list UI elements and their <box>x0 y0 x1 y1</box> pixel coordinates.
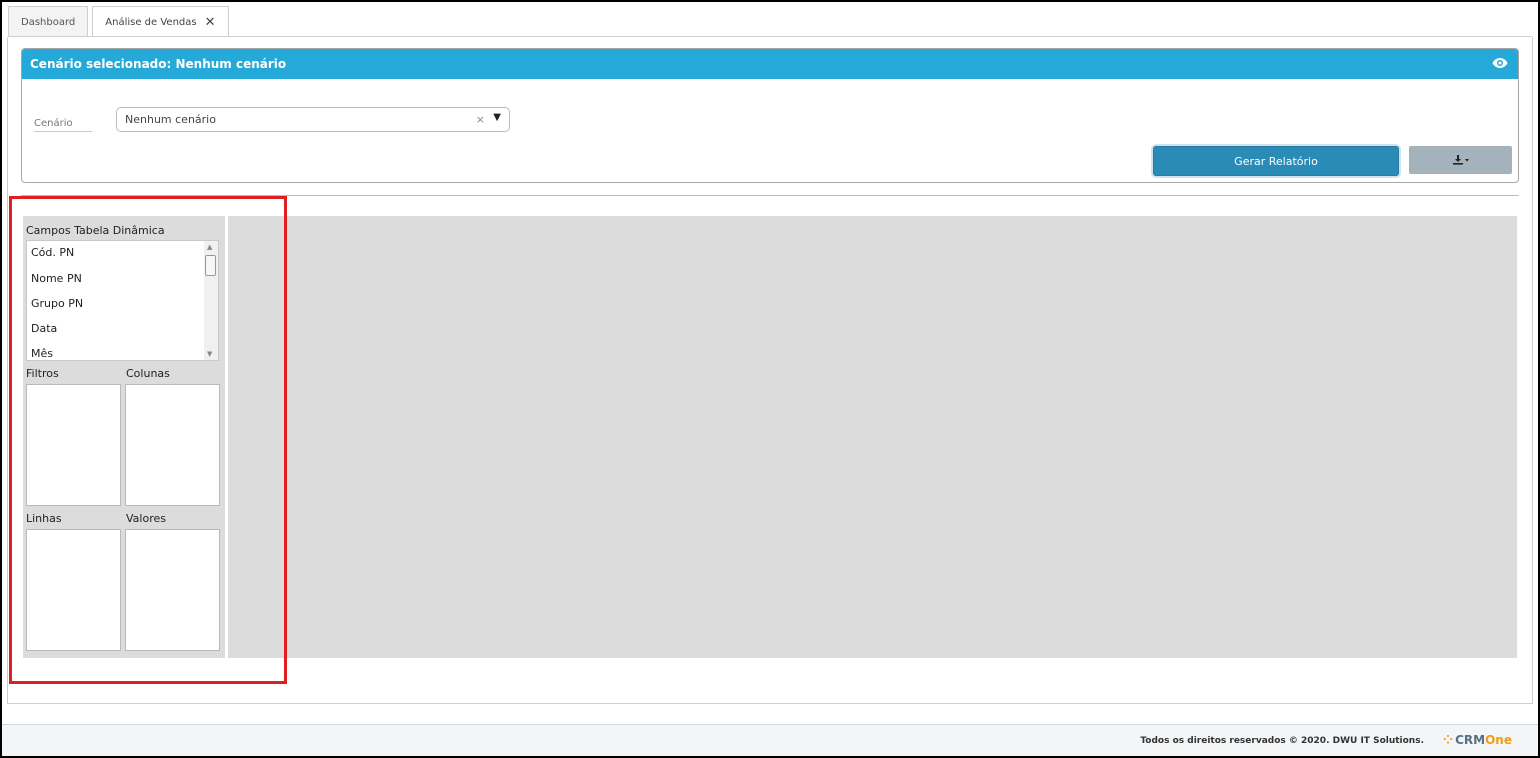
rows-zone-label: Linhas <box>26 512 62 525</box>
scenario-select[interactable]: Nenhum cenário × ▼ <box>116 107 510 132</box>
section-divider <box>21 195 1519 196</box>
scroll-up-icon[interactable]: ▲ <box>207 243 212 251</box>
field-list-scrollbar[interactable]: ▲ ▼ <box>204 241 218 360</box>
pivot-field-list[interactable]: Cód. PN Nome PN Grupo PN Data Mês ▲ ▼ <box>26 240 219 361</box>
tab-content: Cenário selecionado: Nenhum cenário Cená… <box>7 37 1533 704</box>
eye-icon[interactable] <box>1492 57 1508 69</box>
scroll-down-icon[interactable]: ▼ <box>207 350 212 358</box>
pivot-field-item[interactable]: Cód. PN <box>27 241 218 266</box>
columns-drop-zone[interactable] <box>125 384 220 506</box>
close-icon[interactable]: ✕ <box>205 15 216 30</box>
scenario-field-label: Cenário <box>34 118 92 132</box>
logo-one-text: One <box>1485 733 1512 747</box>
tab-analise-de-vendas[interactable]: Análise de Vendas ✕ <box>92 6 229 38</box>
pivot-table-area <box>228 216 1517 658</box>
tab-dashboard[interactable]: Dashboard <box>8 6 89 37</box>
footer-copyright: Todos os direitos reservados © 2020. DWU… <box>1140 736 1424 746</box>
scenario-select-value: Nenhum cenário <box>125 113 216 126</box>
pivot-field-item[interactable]: Mês <box>27 341 218 360</box>
rows-drop-zone[interactable] <box>26 529 121 651</box>
pivot-field-panel: Campos Tabela Dinâmica Cód. PN Nome PN G… <box>23 216 225 658</box>
tab-analise-label: Análise de Vendas <box>105 17 197 28</box>
generate-report-button[interactable]: Gerar Relatório <box>1153 146 1399 176</box>
download-button[interactable] <box>1409 146 1512 174</box>
footer: Todos os direitos reservados © 2020. DWU… <box>0 724 1540 758</box>
scenario-title: Cenário selecionado: Nenhum cenário <box>30 57 287 71</box>
pivot-field-item[interactable]: Nome PN <box>27 266 218 291</box>
filters-drop-zone[interactable] <box>26 384 121 506</box>
clear-icon[interactable]: × <box>476 113 485 126</box>
tab-dashboard-label: Dashboard <box>21 16 76 28</box>
pivot-field-item[interactable]: Data <box>27 316 218 341</box>
logo-crm-text: CRM <box>1455 733 1486 747</box>
scenario-panel: Cenário selecionado: Nenhum cenário Cená… <box>21 48 1519 183</box>
pivot-fields-title: Campos Tabela Dinâmica <box>26 224 165 237</box>
columns-zone-label: Colunas <box>126 367 170 380</box>
tab-bar: Dashboard Análise de Vendas ✕ <box>8 6 233 38</box>
values-zone-label: Valores <box>126 512 166 525</box>
pivot-field-item[interactable]: Grupo PN <box>27 291 218 316</box>
scroll-thumb[interactable] <box>205 255 216 276</box>
download-icon <box>1452 155 1469 165</box>
filters-zone-label: Filtros <box>26 367 59 380</box>
crmone-logo: ⁘ CRM One <box>1443 733 1512 747</box>
logo-mark-icon: ⁘ <box>1443 733 1454 747</box>
dropdown-caret-icon[interactable]: ▼ <box>493 112 501 123</box>
values-drop-zone[interactable] <box>125 529 220 651</box>
scenario-panel-header: Cenário selecionado: Nenhum cenário <box>22 49 1518 79</box>
